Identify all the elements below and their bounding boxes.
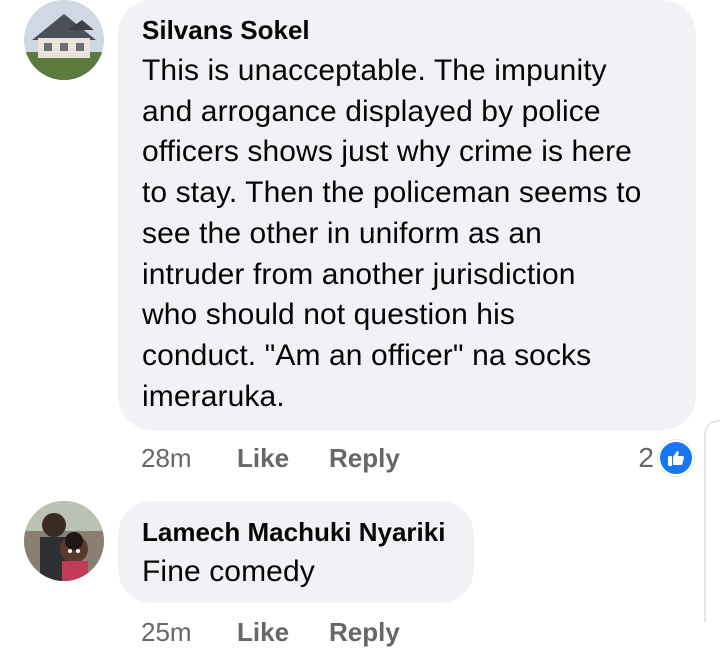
comment-bubble: Silvans Sokel This is unacceptable. The …: [118, 0, 696, 430]
avatar[interactable]: [24, 0, 104, 80]
like-thumb-icon: [658, 440, 694, 476]
comment-author[interactable]: Silvans Sokel: [142, 15, 310, 45]
comment-timestamp[interactable]: 25m: [141, 612, 192, 652]
reaction-summary[interactable]: 2: [638, 438, 694, 478]
comment-bubble: Lamech Machuki Nyariki Fine comedy: [118, 501, 474, 603]
avatar[interactable]: [24, 501, 104, 581]
reaction-count: 2: [638, 442, 654, 473]
house-photo-icon: [24, 0, 104, 80]
comment-text: Fine comedy: [142, 555, 315, 588]
comment-actions: 25m Like Reply: [141, 612, 541, 652]
comment-text: This is unacceptable. The impunity and a…: [142, 54, 642, 413]
like-button[interactable]: Like: [237, 438, 289, 478]
reply-button[interactable]: Reply: [329, 438, 400, 478]
profile-photo-icon: [24, 501, 104, 581]
comment-timestamp[interactable]: 28m: [141, 438, 192, 478]
comment-author[interactable]: Lamech Machuki Nyariki: [142, 517, 445, 547]
reply-button[interactable]: Reply: [329, 612, 400, 652]
like-button[interactable]: Like: [237, 612, 289, 652]
comment-actions: 28m Like Reply: [141, 438, 541, 478]
thread-connector-line: [704, 420, 720, 622]
